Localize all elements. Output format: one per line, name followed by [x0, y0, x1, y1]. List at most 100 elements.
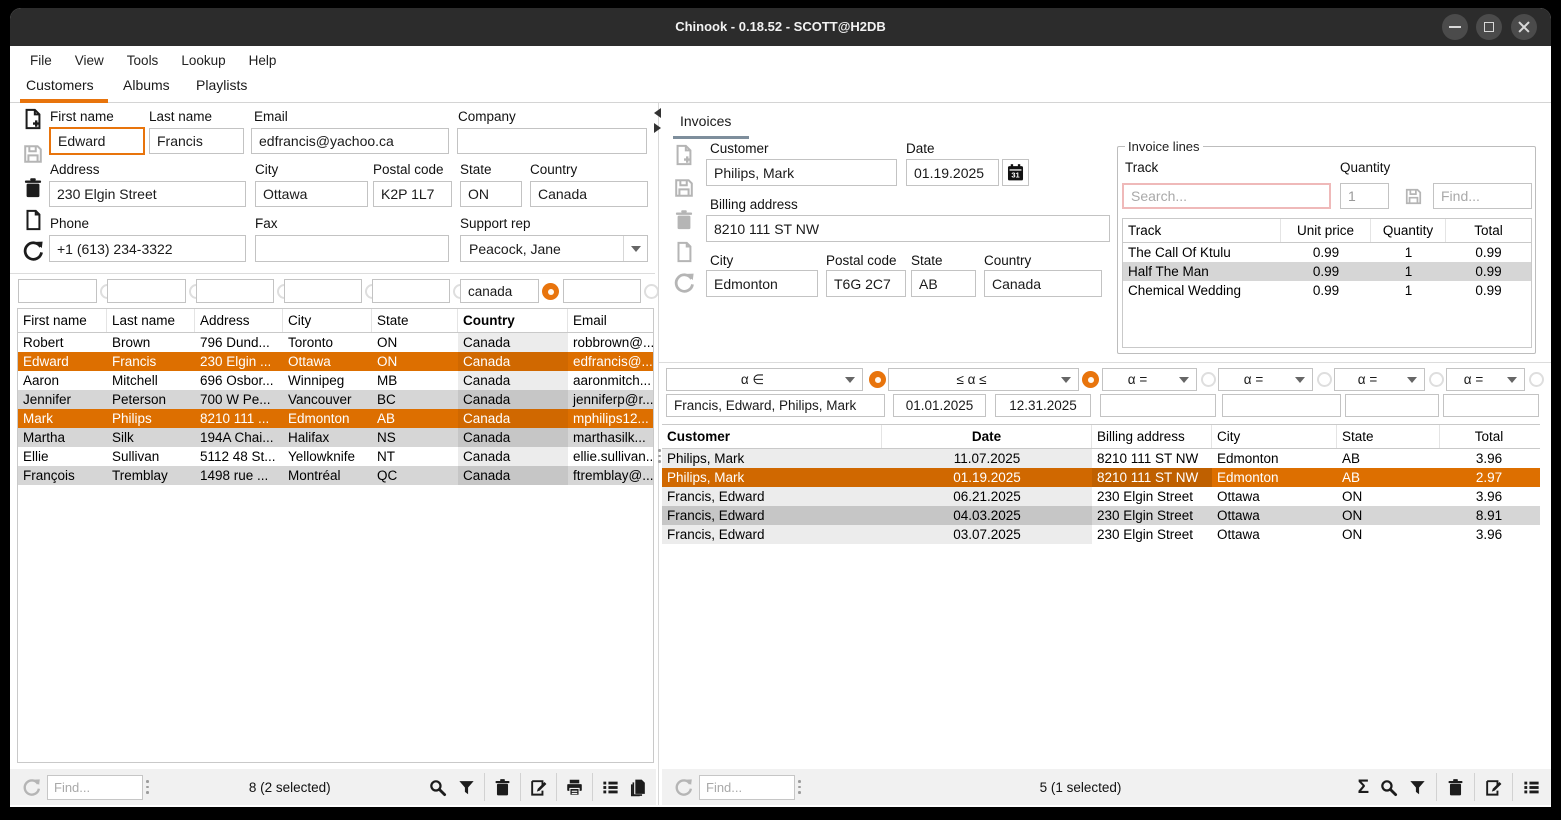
- track-search-input[interactable]: [1122, 183, 1331, 209]
- customer-filter-active-indicator[interactable]: [869, 371, 886, 388]
- col-header-first-name[interactable]: First name: [18, 309, 107, 332]
- total-filter-indicator[interactable]: [1529, 372, 1544, 387]
- close-button[interactable]: [1511, 14, 1537, 40]
- cell-city[interactable]: Halifax: [283, 428, 372, 447]
- date-picker-button[interactable]: 31: [1002, 159, 1029, 186]
- cell-country[interactable]: Canada: [458, 447, 568, 466]
- postal-code-field[interactable]: [373, 181, 452, 207]
- date-from-filter[interactable]: [893, 394, 986, 417]
- city-filter-value[interactable]: [1222, 394, 1341, 417]
- collapse-right-arrow[interactable]: [654, 123, 661, 133]
- state-filter-value[interactable]: [1345, 394, 1439, 417]
- col-header-billing[interactable]: Billing address: [1092, 425, 1212, 448]
- city-field[interactable]: [255, 181, 368, 207]
- customer-filter-value[interactable]: [666, 394, 885, 417]
- invoice-row[interactable]: Francis, Edward06.21.2025230 Elgin Stree…: [662, 487, 1540, 506]
- total-filter-value[interactable]: [1443, 394, 1539, 417]
- cell-first-name[interactable]: Ellie: [18, 447, 107, 466]
- cell-address[interactable]: 700 W Pe...: [195, 390, 283, 409]
- filter-first-name[interactable]: [18, 279, 97, 303]
- cell-city[interactable]: Montréal: [283, 466, 372, 485]
- cell-state[interactable]: QC: [372, 466, 458, 485]
- cell-first-name[interactable]: Edward: [18, 352, 107, 371]
- invoice-save-button[interactable]: [673, 177, 695, 199]
- cell-city[interactable]: Yellowknife: [283, 447, 372, 466]
- cell-last-name[interactable]: Tremblay: [107, 466, 195, 485]
- cell-customer[interactable]: Francis, Edward: [662, 525, 882, 544]
- cell-unit-price[interactable]: 0.99: [1281, 262, 1371, 281]
- cell-total[interactable]: 2.97: [1440, 468, 1538, 487]
- menu-lookup[interactable]: Lookup: [181, 53, 225, 68]
- cell-last-name[interactable]: Mitchell: [107, 371, 195, 390]
- billing-filter-value[interactable]: [1100, 394, 1216, 417]
- invoice-city-field[interactable]: [706, 270, 818, 297]
- resize-handle[interactable]: [795, 780, 804, 794]
- cell-state[interactable]: AB: [1337, 449, 1440, 468]
- filter-city[interactable]: [284, 279, 362, 303]
- line-find-input[interactable]: [1433, 183, 1532, 209]
- cell-address[interactable]: 5112 48 St...: [195, 447, 283, 466]
- col-header-customer[interactable]: Customer: [662, 425, 882, 448]
- cell-last-name[interactable]: Silk: [107, 428, 195, 447]
- dropdown-arrow-icon[interactable]: [838, 369, 862, 390]
- dropdown-arrow-icon[interactable]: [1288, 369, 1312, 390]
- cell-city[interactable]: Edmonton: [283, 409, 372, 428]
- cell-city[interactable]: Edmonton: [1212, 449, 1337, 468]
- billing-filter-indicator[interactable]: [1201, 372, 1216, 387]
- new-record-button[interactable]: [22, 108, 44, 130]
- cell-email[interactable]: marthasilk...: [568, 428, 653, 447]
- cell-address[interactable]: 1498 rue ...: [195, 466, 283, 485]
- resize-handle[interactable]: [143, 780, 152, 794]
- cell-country[interactable]: Canada: [458, 409, 568, 428]
- sum-button[interactable]: Σ: [1358, 778, 1369, 797]
- cell-first-name[interactable]: Robert: [18, 333, 107, 352]
- menu-file[interactable]: File: [30, 53, 52, 68]
- dropdown-arrow-icon[interactable]: [1054, 369, 1078, 390]
- cell-last-name[interactable]: Francis: [107, 352, 195, 371]
- maximize-button[interactable]: [1476, 14, 1502, 40]
- table-row[interactable]: FrançoisTremblay1498 rue ...MontréalQCCa…: [18, 466, 653, 485]
- col-header-track[interactable]: Track: [1123, 219, 1281, 242]
- cell-email[interactable]: edfrancis@...: [568, 352, 653, 371]
- date-filter-operator[interactable]: ≤ α ≤: [888, 368, 1079, 391]
- cell-date[interactable]: 06.21.2025: [882, 487, 1092, 506]
- minimize-button[interactable]: [1442, 14, 1468, 40]
- cell-billing[interactable]: 230 Elgin Street: [1092, 487, 1212, 506]
- cell-total[interactable]: 3.96: [1440, 449, 1538, 468]
- col-header-email[interactable]: Email: [568, 309, 653, 332]
- invoice-line-row[interactable]: Chemical Wedding0.9910.99: [1123, 281, 1531, 300]
- col-header-total[interactable]: Total: [1440, 425, 1538, 448]
- fax-field[interactable]: [255, 235, 449, 262]
- cell-billing[interactable]: 230 Elgin Street: [1092, 506, 1212, 525]
- cell-state[interactable]: MB: [372, 371, 458, 390]
- menu-tools[interactable]: Tools: [127, 53, 159, 68]
- cell-date[interactable]: 03.07.2025: [882, 525, 1092, 544]
- delete-rows-button[interactable]: [493, 778, 512, 797]
- invoices-filter-button[interactable]: [1408, 778, 1427, 797]
- invoice-row[interactable]: Francis, Edward03.07.2025230 Elgin Stree…: [662, 525, 1540, 544]
- invoice-delete-button[interactable]: [673, 209, 695, 231]
- filter-address[interactable]: [196, 279, 274, 303]
- filter-indicator-country-active[interactable]: [542, 283, 559, 300]
- print-button[interactable]: [565, 778, 584, 797]
- table-row[interactable]: RobertBrown796 Dund...TorontoONCanadarob…: [18, 333, 653, 352]
- cell-first-name[interactable]: François: [18, 466, 107, 485]
- refresh-button[interactable]: [22, 240, 44, 262]
- cell-customer[interactable]: Philips, Mark: [662, 449, 882, 468]
- columns-button[interactable]: [601, 778, 620, 797]
- cell-billing[interactable]: 8210 111 ST NW: [1092, 449, 1212, 468]
- cell-city[interactable]: Ottawa: [1212, 487, 1337, 506]
- copy-record-button[interactable]: [22, 209, 44, 231]
- cell-city[interactable]: Vancouver: [283, 390, 372, 409]
- invoice-refresh-button[interactable]: [673, 272, 695, 294]
- cell-city[interactable]: Winnipeg: [283, 371, 372, 390]
- cell-customer[interactable]: Francis, Edward: [662, 506, 882, 525]
- cell-unit-price[interactable]: 0.99: [1281, 281, 1371, 300]
- support-rep-dropdown-arrow[interactable]: [623, 236, 647, 261]
- cell-customer[interactable]: Philips, Mark: [662, 468, 882, 487]
- col-header-date[interactable]: Date: [882, 425, 1092, 448]
- billing-filter-operator[interactable]: α =: [1102, 368, 1197, 391]
- cell-country[interactable]: Canada: [458, 333, 568, 352]
- cell-state[interactable]: ON: [1337, 506, 1440, 525]
- tab-playlists[interactable]: Playlists: [196, 77, 247, 99]
